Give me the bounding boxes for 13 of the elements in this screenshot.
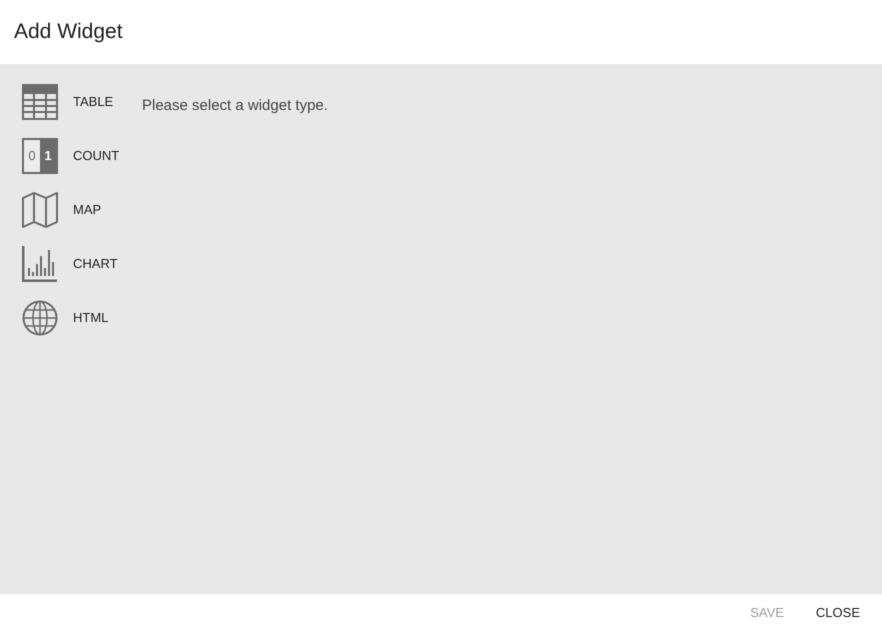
widget-type-option[interactable]: HTML — [73, 308, 108, 328]
widget-type-option[interactable]: CHART — [73, 254, 118, 274]
widget-type-option[interactable]: COUNT — [73, 146, 120, 166]
widget-type-option[interactable]: MAP — [73, 200, 102, 220]
map-icon — [22, 192, 58, 228]
counter-icon: 0 1 — [22, 138, 58, 174]
dialog-button[interactable]: CLOSE — [804, 597, 872, 629]
bar-chart-icon — [22, 246, 58, 282]
dialog-title: Add Widget — [14, 19, 123, 46]
table-icon — [22, 84, 58, 120]
globe-icon — [22, 300, 58, 336]
widget-type-option[interactable]: TABLE — [73, 92, 114, 112]
message-text: Please select a widget type. — [142, 97, 328, 114]
